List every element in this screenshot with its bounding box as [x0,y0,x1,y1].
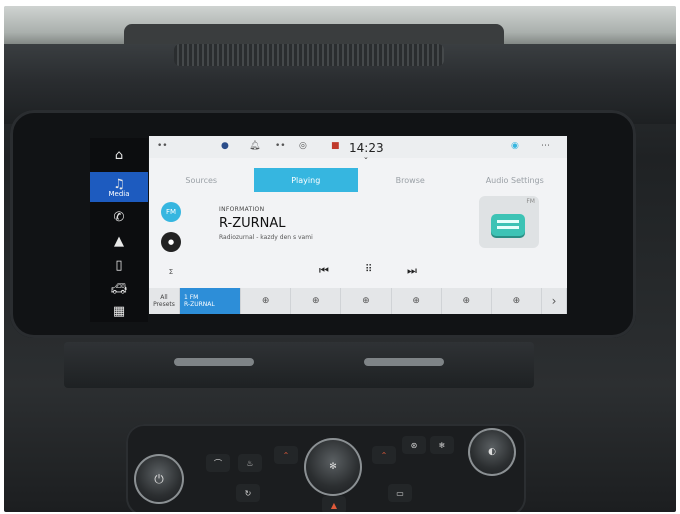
all-presets-button[interactable]: All Presets [149,288,180,314]
user-icon: ◎ [299,141,307,151]
keypad-button[interactable]: ⠿ [365,264,372,275]
car-dashboard-photo: ⌂ ♫ Media ✆ ▲ ▯ 🚙︎ ▦ •• ● 🔔︎ •• ◎ ■ 14:2… [4,6,676,512]
tab-sources[interactable]: Sources [149,168,254,192]
next-track-button[interactable]: ⏭︎ [407,264,417,278]
add-preset-icon: ⊕ [512,296,521,306]
preset-1[interactable]: 1 FM R-ZURNAL [180,288,241,314]
all-presets-label: All [160,294,168,301]
dash-speaker-grill [174,44,444,66]
status-bar: •• ● 🔔︎ •• ◎ ■ 14:23 ⌄ ◉ ⋯ [149,136,567,161]
apps-grid-icon: ▦ [112,303,126,319]
car-icon: 🚙︎ [110,281,128,297]
info-label: INFORMATION [219,206,265,213]
volume-knob[interactable]: ⏻ [134,454,184,504]
seat-heat-icon: ♨ [246,458,254,468]
chevron-right-icon: › [551,294,557,308]
add-preset-icon: ⊕ [412,296,420,306]
chevron-up-icon: ⌃ [282,450,290,460]
vent-handle-left [174,358,254,366]
media-tabs: Sources Playing Browse Audio Settings [149,168,567,192]
band-label: FM [526,198,535,205]
phone-icon: ✆ [113,209,125,225]
sidebar-item-vehicle[interactable]: 🚙︎ [90,278,148,300]
navigation-icon: ▲ [114,233,124,249]
add-preset-icon: ⊕ [462,296,471,306]
scan-button[interactable]: Σ [161,262,181,282]
station-name: R-ZURNAL [219,216,286,231]
station-artwork: FM [479,196,539,248]
recirculate-icon: ↻ [244,488,252,498]
chevron-up-icon: ⌃ [380,450,388,460]
vent-handle-right [364,358,444,366]
temp-up-button[interactable]: ⌃ [274,446,298,464]
presets-bar: All Presets 1 FM R-ZURNAL ⊕ ⊕ ⊕ ⊕ ⊕ ⊕ › [149,288,567,314]
front-defrost-icon: ⌒ [214,458,222,468]
seat-heat-button[interactable]: ♨ [238,454,262,472]
preset-4[interactable]: ⊕ [341,288,392,314]
home-icon: ⌂ [114,147,124,163]
tab-browse[interactable]: Browse [358,168,463,192]
source-buttons: FM ● Σ [161,202,185,292]
recirculate-button[interactable]: ↻ [236,484,260,502]
wifi-icon: ◉ [511,141,519,151]
radio-icon [491,214,525,236]
dab-source-button[interactable]: ● [161,232,181,252]
dab-icon: ● [167,238,175,246]
power-icon: ⏻ [154,471,164,486]
station-description: Radiozurnal - kazdy den s vami [219,234,313,241]
all-presets-sublabel: Presets [153,301,175,308]
add-preset-icon: ⊕ [311,296,320,306]
sidebar-item-home[interactable]: ⌂ [90,144,148,166]
max-defrost-button[interactable]: ⊛ [402,436,426,454]
ac-icon: ❄ [438,440,446,450]
sidebar-item-mobile[interactable]: ▯ [90,254,148,276]
add-preset-icon: ⊕ [362,296,370,306]
infotainment-screen: •• ● 🔔︎ •• ◎ ■ 14:23 ⌄ ◉ ⋯ Sources Playi… [149,136,567,314]
sidebar-item-navigation[interactable]: ▲ [90,230,148,252]
front-defrost-button[interactable]: ⌒ [206,454,230,472]
bell-icon: 🔔︎ [249,141,261,151]
sidebar-item-media[interactable]: ♫ Media [90,172,148,202]
dots-icon: •• [157,141,168,151]
temperature-knob[interactable]: ◐ [468,428,516,476]
presets-next-button[interactable]: › [542,288,567,314]
more-icon[interactable]: ⋯ [541,141,550,151]
temp-up-right-button[interactable]: ⌃ [372,446,396,464]
preset-7[interactable]: ⊕ [492,288,543,314]
ac-button[interactable]: ❄ [430,436,454,454]
preset-5[interactable]: ⊕ [392,288,442,314]
hazard-icon: ▲ [330,500,338,510]
thermometer-icon: ◐ [488,447,496,457]
fm-source-button[interactable]: FM [161,202,181,222]
radio-icon: FM [165,208,177,216]
fan-icon: ✻ [329,462,337,472]
bluetooth-icon: ● [221,141,229,151]
preset-2[interactable]: ⊕ [241,288,292,314]
add-preset-icon: ⊕ [261,296,270,306]
sidebar-item-phone[interactable]: ✆ [90,206,148,228]
max-defrost-icon: ⊛ [410,440,418,450]
tab-playing[interactable]: Playing [253,168,358,192]
preset-3[interactable]: ⊕ [291,288,342,314]
mobile-icon: ▯ [115,257,123,273]
chevron-down-icon[interactable]: ⌄ [363,153,369,161]
previous-track-button[interactable]: ⏮︎ [319,264,329,278]
scan-icon: Σ [168,268,174,276]
sidebar-item-apps[interactable]: ▦ [90,300,148,322]
tab-audio-settings[interactable]: Audio Settings [462,168,567,192]
rear-defrost-icon: ▭ [396,488,404,498]
lower-dash-panel [64,342,534,388]
sidebar-item-label: Media [108,189,130,198]
rear-defrost-button[interactable]: ▭ [388,484,412,502]
signal-icon: •• [275,141,286,151]
fan-knob[interactable]: ✻ [304,438,362,496]
preset-name: R-ZURNAL [184,301,215,308]
sidebar: ⌂ ♫ Media ✆ ▲ ▯ 🚙︎ ▦ [90,138,148,322]
preset-6[interactable]: ⊕ [442,288,492,314]
preset-number: 1 FM [184,294,199,301]
hazard-button[interactable]: ▲ [322,496,346,512]
hvac-console: ⏻ ✻ ◐ ⌒ ♨ ⌃ ⌃ ⊛ ❄ ↻ ▲ ▭ [126,424,526,512]
alert-icon: ■ [331,141,340,151]
